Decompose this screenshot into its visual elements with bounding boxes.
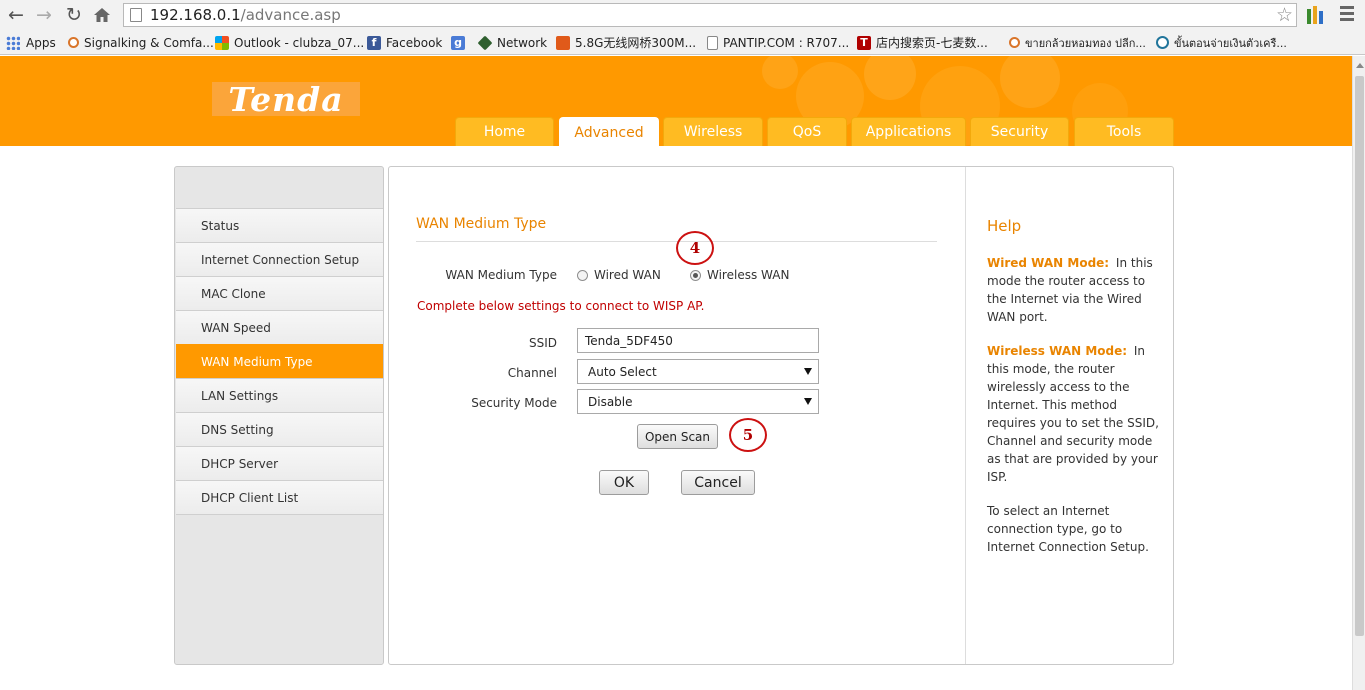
wired-wan-radio[interactable] (577, 270, 588, 281)
sidebar-item-lan-settings[interactable]: LAN Settings (176, 378, 383, 412)
help-wired-section: Wired WAN Mode: In this mode the router … (987, 256, 1153, 324)
bookmark-signalking[interactable]: Signalking & Comfa... (68, 30, 214, 55)
bookmark-google[interactable]: g (451, 30, 470, 55)
scrollbar-thumb[interactable] (1355, 76, 1364, 636)
page-icon (130, 8, 142, 22)
facebook-icon: f (367, 35, 381, 50)
tab-tools[interactable]: Tools (1074, 117, 1174, 146)
tab-qos[interactable]: QoS (767, 117, 847, 146)
tab-applications[interactable]: Applications (851, 117, 966, 146)
ok-button[interactable]: OK (599, 470, 649, 495)
wan-medium-type-label: WAN Medium Type (445, 268, 557, 282)
wordpress-icon (1156, 36, 1169, 49)
site-favicon-icon (556, 35, 570, 50)
blank-page-icon (707, 35, 718, 50)
security-mode-select[interactable]: Disable (577, 389, 819, 414)
t-logo-icon: T (857, 35, 871, 50)
sidebar-item-dns-setting[interactable]: DNS Setting (176, 412, 383, 446)
browser-toolbar: ← → ↻ 192.168.0.1/advance.asp ☆ (0, 0, 1365, 30)
extension-icon[interactable] (1306, 5, 1324, 25)
bookmark-pantip[interactable]: PANTIP.COM : R707... (707, 30, 849, 55)
help-wireless-section: Wireless WAN Mode: In this mode, the rou… (987, 344, 1159, 484)
ssid-input[interactable]: Tenda_5DF450 (577, 328, 819, 353)
tab-security[interactable]: Security (970, 117, 1069, 146)
network-diamond-icon (477, 35, 493, 50)
bookmark-facebook[interactable]: f Facebook (367, 30, 442, 55)
tenda-logo: Tenda (212, 80, 360, 119)
forward-arrow-icon[interactable]: → (32, 3, 56, 27)
ssid-value: Tenda_5DF450 (585, 333, 673, 348)
site-favicon-icon (68, 37, 79, 48)
help-select-section: To select an Internet connection type, g… (987, 504, 1149, 554)
ssid-label: SSID (528, 336, 557, 350)
sidebar: Status Internet Connection Setup MAC Clo… (174, 166, 384, 665)
security-mode-value: Disable (588, 394, 633, 409)
bookmark-bridge[interactable]: 5.8G无线网桥300M... (556, 30, 696, 55)
address-bar[interactable]: 192.168.0.1/advance.asp ☆ (123, 3, 1297, 27)
bookmark-banana[interactable]: ขายกล้วยหอมทอง ปลีก... (1009, 30, 1146, 55)
apps-grid-icon (6, 35, 20, 50)
open-scan-button[interactable]: Open Scan (637, 424, 718, 449)
page-scrollbar[interactable] (1352, 56, 1365, 690)
help-wireless-term: Wireless WAN Mode: (987, 344, 1128, 358)
help-wired-term: Wired WAN Mode: (987, 256, 1110, 270)
channel-select[interactable]: Auto Select (577, 359, 819, 384)
wireless-wan-radio[interactable] (690, 270, 701, 281)
sidebar-item-status[interactable]: Status (176, 208, 383, 242)
bookmark-apps[interactable]: Apps (6, 30, 56, 55)
site-favicon-icon (1009, 37, 1020, 48)
url-host: 192.168.0.1 (150, 6, 241, 24)
help-divider (965, 167, 966, 664)
scroll-up-arrow-icon[interactable] (1356, 63, 1364, 68)
chevron-down-icon (804, 368, 812, 375)
wisp-notice: Complete below settings to connect to WI… (417, 299, 705, 313)
sidebar-item-wan-speed[interactable]: WAN Speed (176, 310, 383, 344)
section-title: WAN Medium Type (416, 216, 547, 232)
reload-icon[interactable]: ↻ (62, 3, 86, 27)
bookmark-outlook[interactable]: Outlook - clubza_07... (215, 30, 364, 55)
tab-wireless[interactable]: Wireless (663, 117, 763, 146)
cancel-button[interactable]: Cancel (681, 470, 755, 495)
sidebar-item-dhcp-client-list[interactable]: DHCP Client List (176, 480, 383, 514)
sidebar-item-wan-medium-type[interactable]: WAN Medium Type (176, 344, 383, 378)
home-icon[interactable] (92, 5, 112, 25)
bookmarks-bar: Apps Signalking & Comfa... Outlook - clu… (0, 30, 1365, 55)
channel-label: Channel (507, 366, 557, 380)
wireless-wan-option-label[interactable]: Wireless WAN (707, 268, 789, 282)
google-plus-icon: g (451, 35, 465, 50)
sidebar-item-internet-connection-setup[interactable]: Internet Connection Setup (176, 242, 383, 276)
help-title: Help (987, 217, 1022, 235)
annotation-marker-4: 4 (676, 231, 714, 265)
tab-home[interactable]: Home (455, 117, 554, 146)
chrome-menu-icon[interactable] (1340, 6, 1356, 24)
wired-wan-option-label[interactable]: Wired WAN (594, 268, 661, 282)
bookmark-payment[interactable]: ขั้นตอนจ่ายเงินตัวเครื... (1156, 30, 1287, 55)
bookmark-store-search[interactable]: T 店内搜索页-七麦数... (857, 30, 988, 55)
windows-logo-icon (215, 35, 229, 50)
sidebar-item-mac-clone[interactable]: MAC Clone (176, 276, 383, 310)
bookmark-network[interactable]: Network (477, 30, 547, 55)
url-path: /advance.asp (240, 6, 341, 24)
bookmark-star-icon[interactable]: ☆ (1276, 4, 1293, 26)
channel-value: Auto Select (588, 364, 657, 379)
back-arrow-icon[interactable]: ← (4, 3, 28, 27)
security-mode-label: Security Mode (471, 396, 557, 410)
sidebar-divider (176, 514, 383, 515)
chevron-down-icon (804, 398, 812, 405)
tab-advanced[interactable]: Advanced (559, 117, 659, 147)
annotation-marker-5: 5 (729, 418, 767, 452)
sidebar-item-dhcp-server[interactable]: DHCP Server (176, 446, 383, 480)
